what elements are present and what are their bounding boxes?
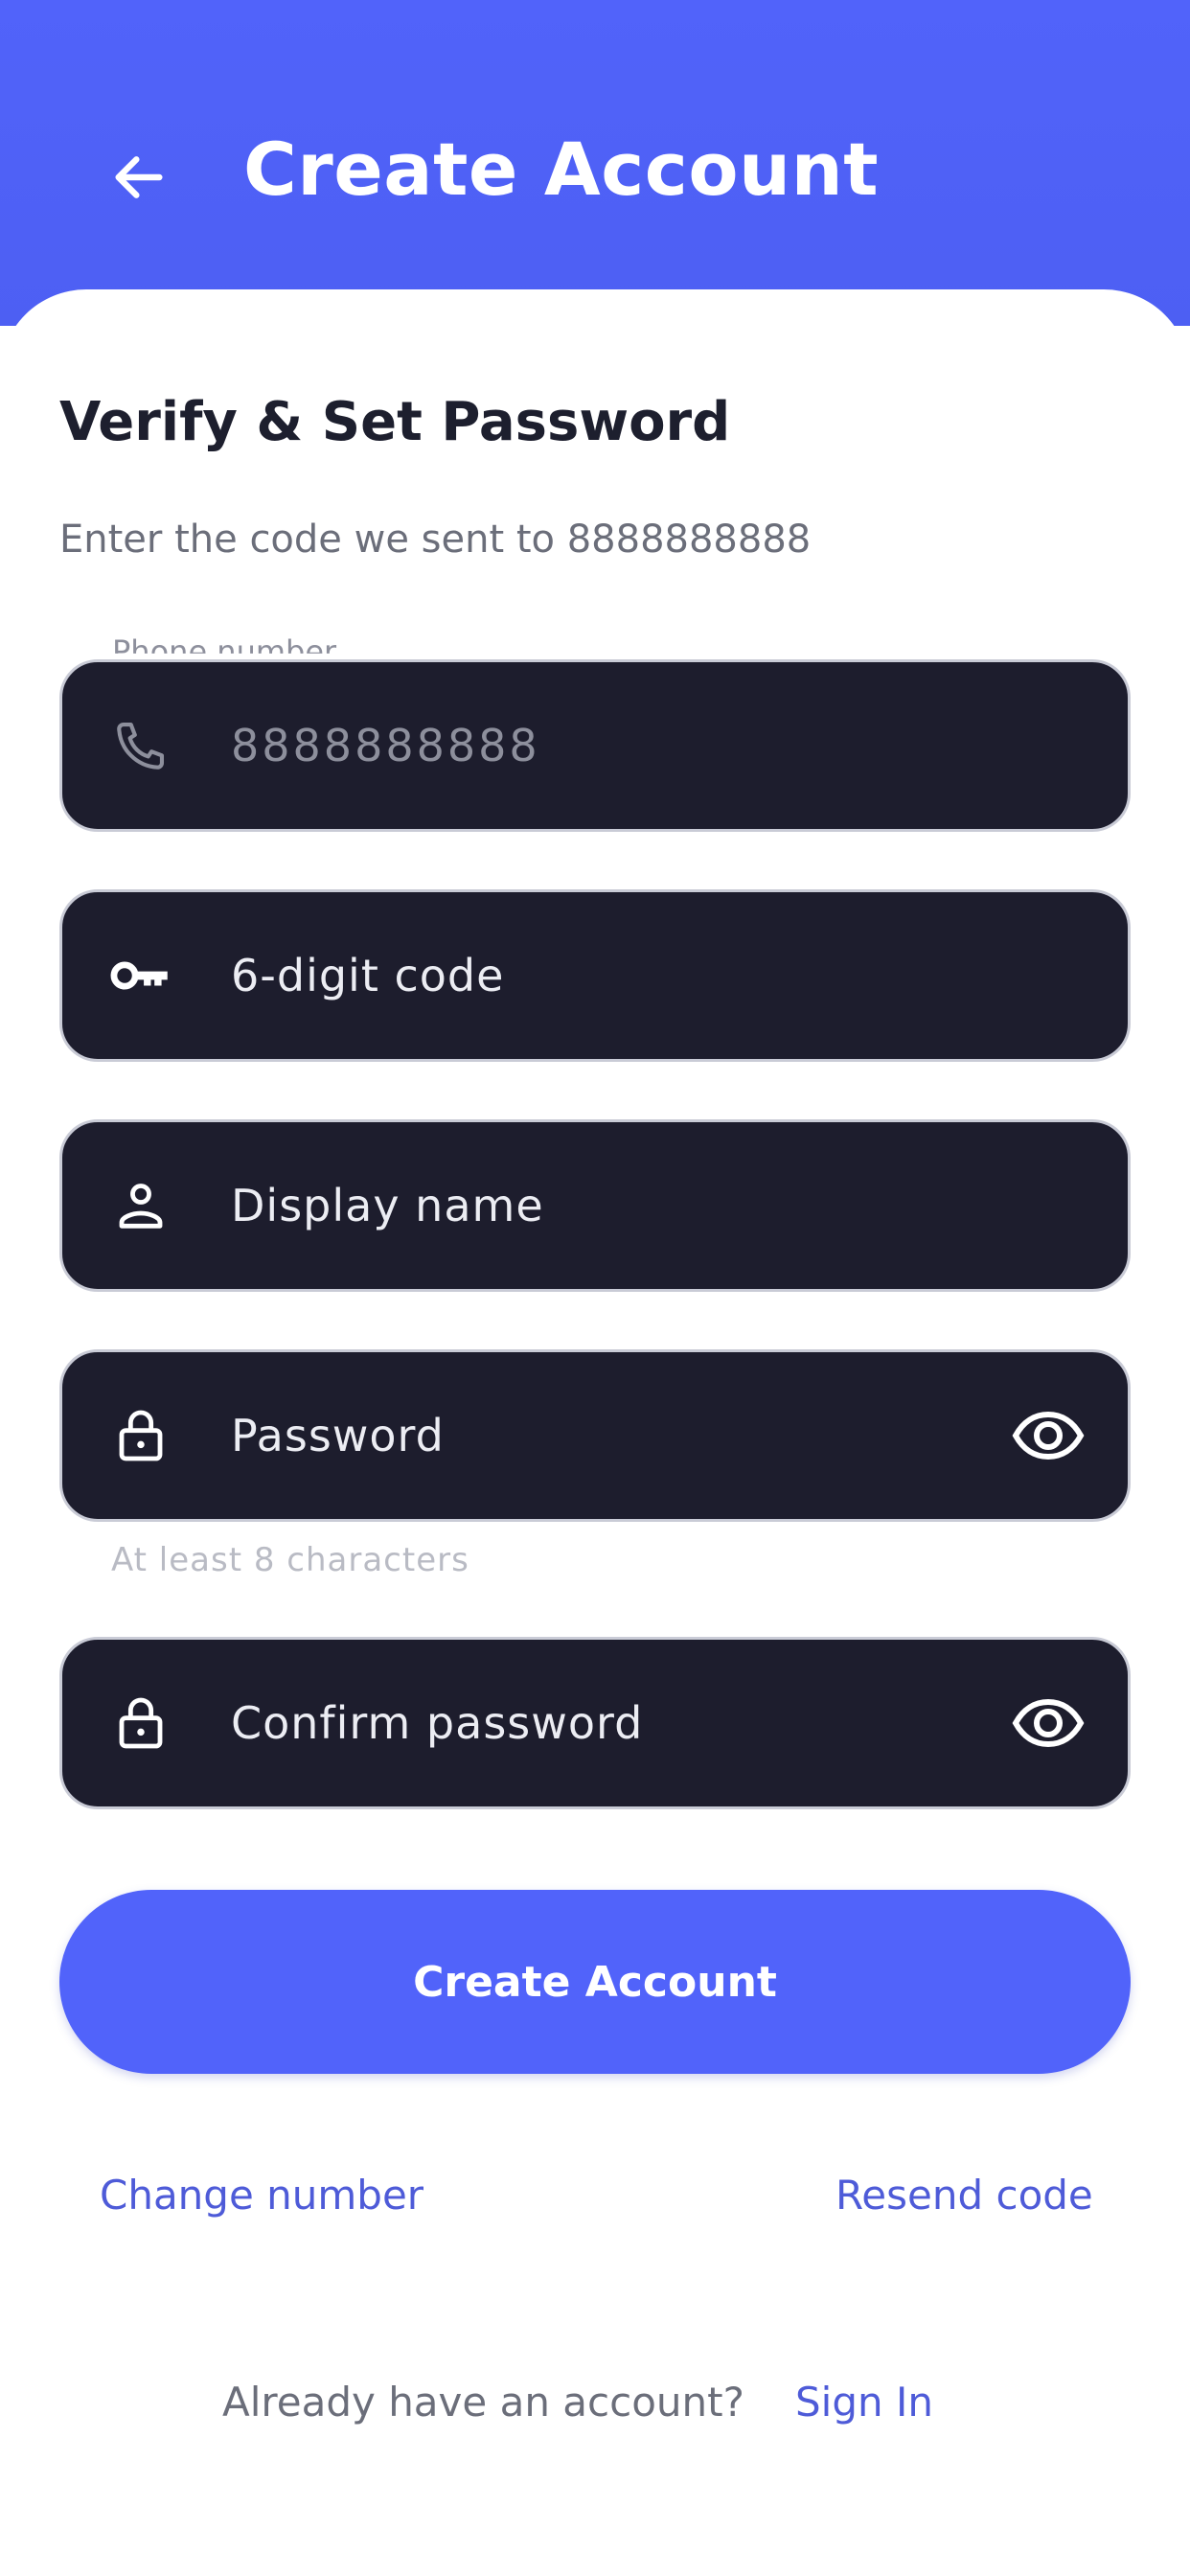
- confirm-password-visibility-toggle[interactable]: [1007, 1682, 1089, 1764]
- section-subtitle: Enter the code we sent to 8888888888: [59, 518, 812, 562]
- sign-in-prompt: Already have an account?: [222, 2379, 744, 2426]
- phone-value: 8888888888: [231, 720, 540, 771]
- confirm-password-placeholder: Confirm password: [231, 1697, 644, 1749]
- create-account-button-label: Create Account: [413, 1957, 777, 2007]
- phone-field-label: Phone number: [112, 633, 337, 670]
- change-number-link[interactable]: Change number: [100, 2172, 423, 2219]
- password-helper-text: At least 8 characters: [111, 1541, 469, 1579]
- phone-icon: [103, 707, 179, 784]
- code-field[interactable]: 6-digit code: [59, 889, 1131, 1062]
- lock-icon: [103, 1397, 179, 1474]
- password-field[interactable]: Password: [59, 1349, 1131, 1522]
- lock-icon: [103, 1685, 179, 1761]
- password-visibility-toggle[interactable]: [1007, 1394, 1089, 1477]
- create-account-button[interactable]: Create Account: [59, 1890, 1131, 2074]
- resend-code-link[interactable]: Resend code: [835, 2172, 1093, 2219]
- display-name-field[interactable]: Display name: [59, 1119, 1131, 1292]
- eye-icon: [1012, 1411, 1085, 1460]
- app-header: Create Account: [0, 0, 1190, 326]
- section-title: Verify & Set Password: [59, 391, 731, 453]
- eye-icon: [1012, 1698, 1085, 1748]
- person-icon: [103, 1167, 179, 1244]
- arrow-left-icon: [115, 156, 163, 198]
- page-title: Create Account: [243, 126, 880, 212]
- key-icon: [103, 937, 179, 1014]
- password-placeholder: Password: [231, 1410, 445, 1461]
- code-placeholder: 6-digit code: [231, 950, 505, 1001]
- back-button[interactable]: [96, 134, 182, 220]
- phone-field[interactable]: Phone number 8888888888: [59, 633, 1131, 832]
- display-name-placeholder: Display name: [231, 1180, 544, 1231]
- confirm-password-field[interactable]: Confirm password: [59, 1637, 1131, 1809]
- sign-in-link[interactable]: Sign In: [795, 2379, 933, 2426]
